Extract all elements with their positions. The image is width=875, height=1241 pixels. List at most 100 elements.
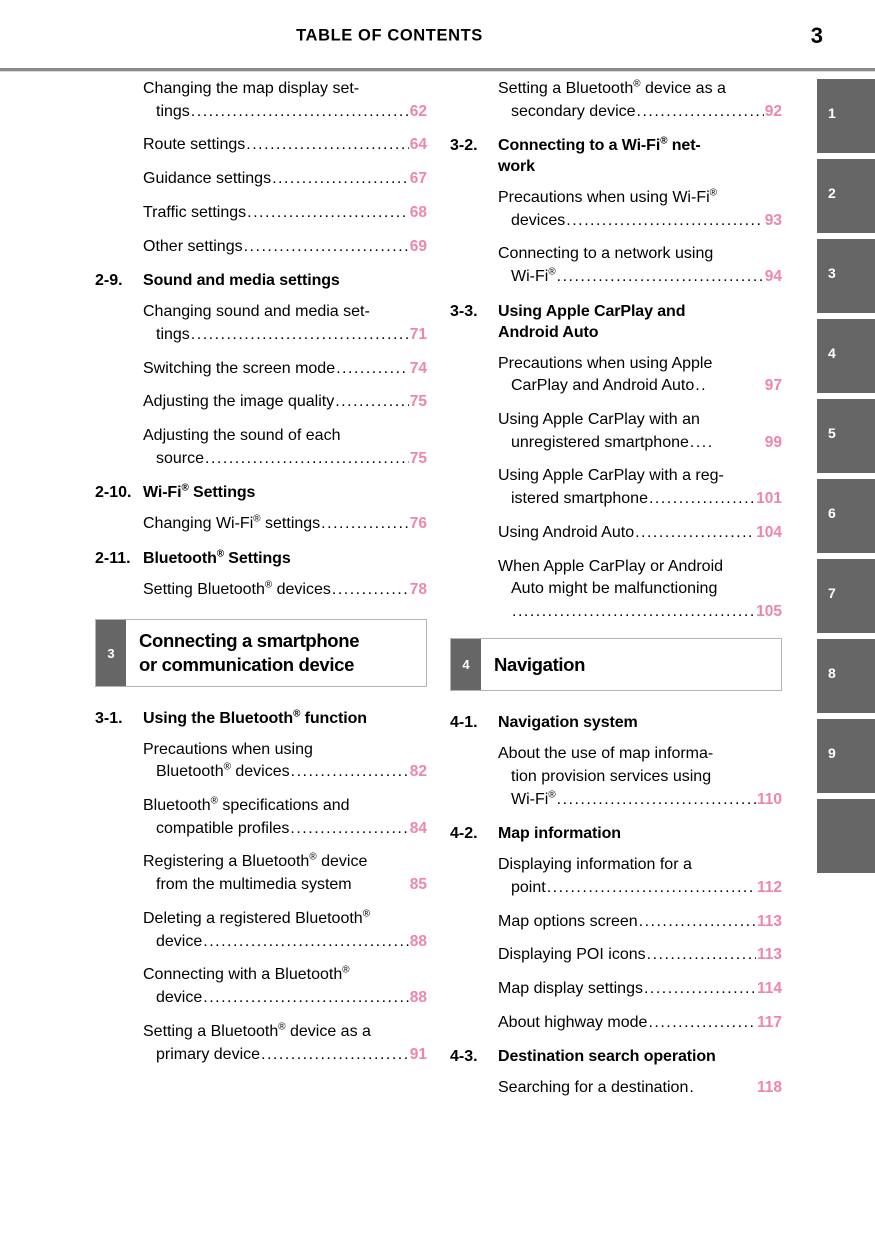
toc-entry[interactable]: Switching the screen mode ..............…	[143, 358, 427, 381]
toc-entry-line: ........................................…	[498, 601, 782, 624]
page-header: TABLE OF CONTENTS 3	[0, 0, 875, 72]
chapter-title-line2: or communication device	[139, 654, 355, 676]
toc-entry[interactable]: About highway mode .....................…	[498, 1012, 782, 1035]
toc-entry[interactable]: Using Apple CarPlay with an unregistered…	[498, 409, 782, 454]
toc-entry[interactable]: Deleting a registered Bluetooth® device …	[143, 908, 427, 953]
toc-page-number: 71	[409, 325, 427, 343]
chapter-tab-9[interactable]: 9	[817, 719, 875, 793]
header-divider-light	[0, 71, 875, 72]
toc-entry[interactable]: Setting Bluetooth® devices .............…	[143, 579, 427, 602]
toc-page-number: 117	[756, 1013, 782, 1031]
toc-entry-line: source .................................…	[143, 448, 427, 471]
chapter-tab-3[interactable]: 3	[817, 239, 875, 313]
toc-entry[interactable]: Guidance settings ......................…	[143, 168, 427, 191]
toc-entry-line: Auto might be malfunctioning	[511, 580, 718, 598]
toc-entry-line: Wi-Fi® .................................…	[498, 266, 782, 289]
leader-dots: ........................................…	[646, 946, 756, 964]
section-title-text: Wi-Fi	[143, 484, 182, 502]
toc-entry[interactable]: Changing the map display set- tings ....…	[143, 78, 427, 123]
registered-trademark-icon: ®	[309, 852, 317, 864]
toc-page-number: 78	[409, 580, 427, 598]
toc-section-3-1[interactable]: 3-1. Using the Bluetooth® function	[95, 709, 427, 730]
toc-entry-line: Route settings .........................…	[143, 134, 427, 157]
toc-entry[interactable]: Displaying information for a point .....…	[498, 854, 782, 899]
leader-dots: ........................................…	[247, 203, 409, 221]
toc-entry[interactable]: Route settings .........................…	[143, 134, 427, 157]
toc-entry-line: Displaying POI icons ...................…	[498, 944, 782, 967]
toc-entry[interactable]: About the use of map informa- tion provi…	[498, 743, 782, 811]
toc-section-2-10[interactable]: 2-10. Wi-Fi® Settings	[95, 483, 427, 504]
toc-page-number: 113	[756, 912, 782, 930]
toc-entry[interactable]: Traffic settings .......................…	[143, 202, 427, 225]
chapter-tab-10[interactable]	[817, 799, 875, 873]
toc-page-number: 101	[756, 490, 782, 508]
toc-entry[interactable]: Changing sound and media set- tings ....…	[143, 301, 427, 346]
toc-section-4-3[interactable]: 4-3. Destination search operation	[450, 1047, 782, 1068]
toc-page-number: 64	[409, 136, 427, 154]
toc-entry[interactable]: Searching for a destination . 118	[498, 1077, 782, 1100]
leader-dots: ........................................…	[512, 602, 755, 620]
toc-entry[interactable]: Precautions when using Wi-Fi® devices ..…	[498, 187, 782, 232]
toc-entry[interactable]: Displaying POI icons ...................…	[498, 944, 782, 967]
chapter-tab-4[interactable]: 4	[817, 319, 875, 393]
toc-entry-line: Registering a Bluetooth® device	[143, 851, 427, 874]
toc-section-4-1[interactable]: 4-1. Navigation system	[450, 713, 782, 734]
chapter-tab-1[interactable]: 1	[817, 79, 875, 153]
leader-dots: ........................................…	[643, 979, 756, 997]
toc-entry[interactable]: Connecting with a Bluetooth® device ....…	[143, 964, 427, 1009]
chapter-tab-7[interactable]: 7	[817, 559, 875, 633]
leader-dots: ........................................…	[635, 523, 755, 541]
toc-entry[interactable]: Other settings .........................…	[143, 236, 427, 259]
toc-entry[interactable]: Adjusting the image quality ............…	[143, 391, 427, 414]
toc-entry-text: Changing Wi-Fi® settings	[143, 513, 320, 536]
chapter-tab-5[interactable]: 5	[817, 399, 875, 473]
toc-entry[interactable]: Adjusting the sound of each source .....…	[143, 425, 427, 470]
toc-entry[interactable]: Map options screen .....................…	[498, 911, 782, 934]
toc-section-2-9[interactable]: 2-9. Sound and media settings	[95, 271, 427, 292]
toc-entry-line: device .................................…	[143, 931, 427, 954]
toc-entry-line: Setting a Bluetooth® device as a	[498, 78, 782, 101]
leader-dots: ........................................…	[243, 237, 409, 255]
toc-entry-line: Displaying information for a	[498, 856, 692, 874]
toc-entry-text-head: Deleting a registered Bluetooth	[143, 909, 363, 927]
toc-section-4-2[interactable]: 4-2. Map information	[450, 824, 782, 845]
chapter-banner-4[interactable]: 4 Navigation	[450, 637, 782, 692]
toc-entry[interactable]: Precautions when using Bluetooth® device…	[143, 739, 427, 784]
section-title-text: Using the Bluetooth	[143, 709, 294, 727]
toc-entry[interactable]: Bluetooth® specifications and compatible…	[143, 795, 427, 840]
toc-page-number: 104	[756, 523, 782, 541]
toc-section-2-11[interactable]: 2-11. Bluetooth® Settings	[95, 549, 427, 570]
toc-entry[interactable]: Connecting to a network using Wi-Fi® ...…	[498, 243, 782, 288]
toc-entry-line: point ..................................…	[498, 877, 782, 900]
toc-entry[interactable]: Setting a Bluetooth® device as a primary…	[143, 1021, 427, 1066]
toc-entry[interactable]: Registering a Bluetooth® device from the…	[143, 851, 427, 896]
toc-page-number: 88	[409, 989, 427, 1007]
toc-entry[interactable]: Setting a Bluetooth® device as a seconda…	[498, 78, 782, 123]
toc-entry-line: Connecting to a network using	[498, 245, 714, 263]
toc-section-3-2[interactable]: 3-2. Connecting to a Wi-Fi® net- work	[450, 136, 782, 178]
toc-entry[interactable]: Map display settings ...................…	[498, 978, 782, 1001]
toc-entry-line: Adjusting the image quality ............…	[143, 391, 427, 414]
toc-entry-line: Precautions when using Apple	[498, 354, 713, 372]
toc-entry-line: tings ..................................…	[143, 324, 427, 347]
toc-entry[interactable]: When Apple CarPlay or Android Auto might…	[498, 556, 782, 624]
chapter-title: Connecting a smartphone or communication…	[126, 620, 426, 685]
section-title-text: Bluetooth	[143, 549, 217, 567]
toc-entry-line: Changing the map display set-	[143, 80, 360, 97]
section-number: 2-9.	[95, 272, 123, 290]
toc-page-number: 105	[756, 602, 782, 620]
chapter-banner-3[interactable]: 3 Connecting a smartphone or communicati…	[95, 619, 427, 687]
toc-section-3-3[interactable]: 3-3. Using Apple CarPlay and Android Aut…	[450, 302, 782, 344]
section-title: Wi-Fi® Settings	[143, 483, 427, 504]
toc-entry[interactable]: Using Apple CarPlay with a reg- istered …	[498, 465, 782, 510]
chapter-tab-6[interactable]: 6	[817, 479, 875, 553]
toc-entry-text-tail: device as a	[640, 80, 726, 97]
toc-entry[interactable]: Using Android Auto .....................…	[498, 522, 782, 545]
leader-dots: ........................................…	[331, 580, 409, 598]
chapter-tab-2[interactable]: 2	[817, 159, 875, 233]
chapter-tab-8[interactable]: 8	[817, 639, 875, 713]
toc-entry-line: Setting a Bluetooth® device as a	[143, 1021, 427, 1044]
toc-entry[interactable]: Precautions when using Apple CarPlay and…	[498, 353, 782, 398]
toc-entry[interactable]: Changing Wi-Fi® settings ...............…	[143, 513, 427, 536]
toc-page-number: 88	[409, 932, 427, 950]
